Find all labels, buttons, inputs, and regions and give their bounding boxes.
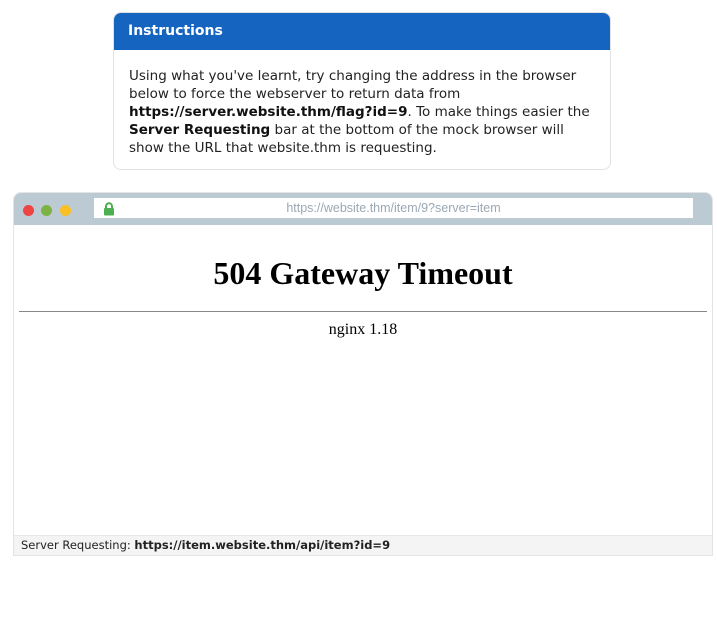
error-divider	[19, 311, 707, 312]
server-signature: nginx 1.18	[328, 321, 398, 338]
server-requesting-label: Server Requesting	[129, 122, 271, 138]
minimize-dot-icon	[41, 205, 52, 216]
browser-viewport: 504 Gateway Timeout nginx 1.18	[14, 225, 712, 536]
mock-browser: 504 Gateway Timeout nginx 1.18 Server Re…	[13, 192, 713, 556]
server-requesting-bar: Server Requesting: https://item.website.…	[14, 535, 712, 555]
close-dot-icon	[23, 205, 34, 216]
instructions-text-part-1: Using what you've learnt, try changing t…	[129, 68, 577, 102]
instructions-panel: Instructions Using what you've learnt, t…	[113, 12, 611, 170]
status-bar-label: Server Requesting:	[21, 538, 135, 552]
status-bar-url: https://item.website.thm/api/item?id=9	[134, 538, 391, 552]
instructions-text: Using what you've learnt, try changing t…	[114, 50, 610, 157]
browser-titlebar	[14, 193, 712, 225]
instructions-title: Instructions	[114, 13, 610, 50]
flag-url: https://server.website.thm/flag?id=9	[129, 104, 408, 120]
instructions-text-part-2: . To make things easier the	[407, 104, 590, 120]
error-heading: 504 Gateway Timeout	[213, 255, 513, 291]
lock-icon	[104, 202, 114, 216]
maximize-dot-icon	[60, 205, 71, 216]
address-bar-input[interactable]	[94, 198, 693, 218]
